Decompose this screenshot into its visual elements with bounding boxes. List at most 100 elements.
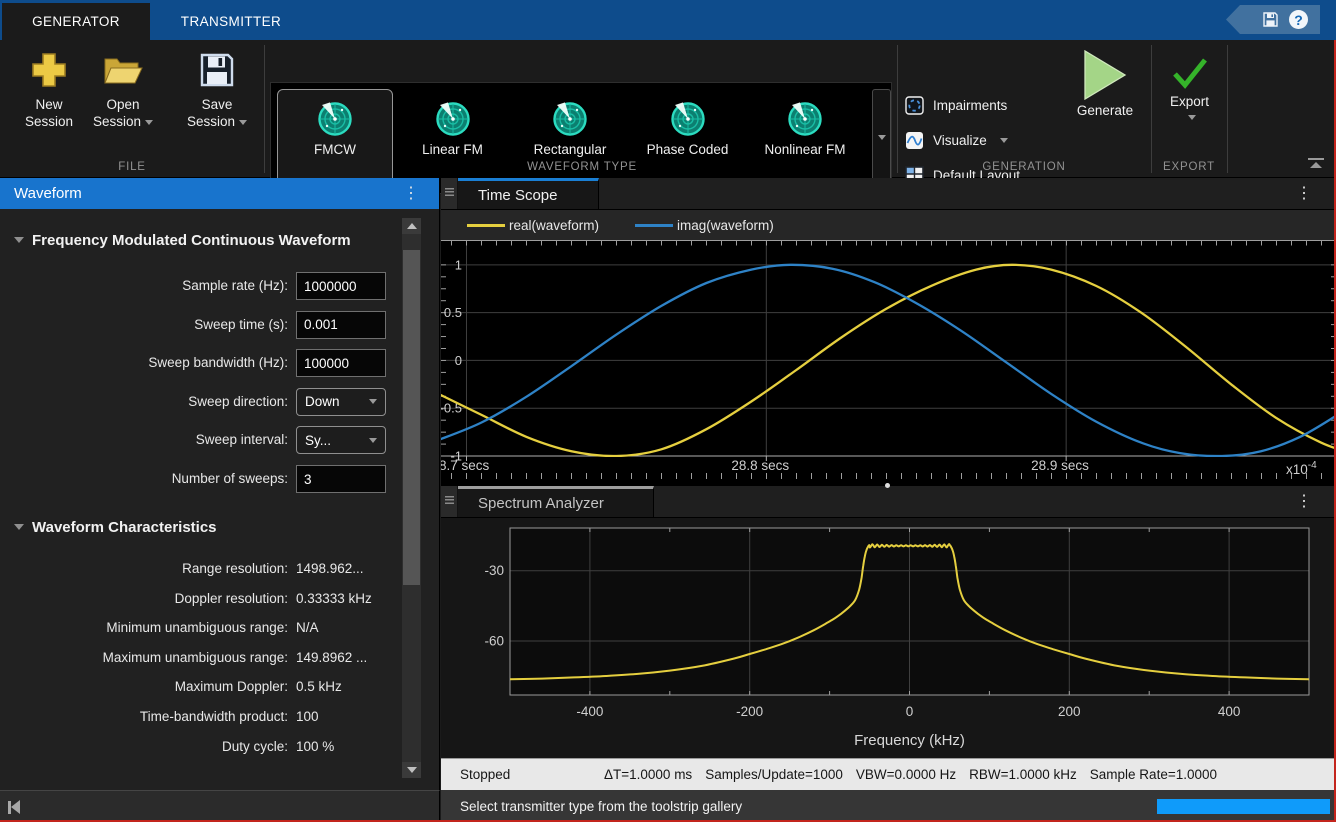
ribbon-toolstrip: New Session Open SessionSave Session FILE… — [0, 40, 1336, 178]
tab-generator[interactable]: GENERATOR — [2, 3, 150, 40]
scroll-down-button[interactable] — [402, 762, 421, 778]
grip-icon — [445, 496, 454, 504]
sweep-interval-select[interactable]: Sy... — [296, 426, 386, 454]
tab-transmitter[interactable]: TRANSMITTER — [150, 3, 312, 40]
save-icon[interactable] — [1262, 11, 1279, 28]
progress-bar — [1157, 799, 1330, 814]
kebab-menu-icon[interactable]: ⋮ — [1296, 494, 1312, 510]
visualize-button[interactable]: Visualize — [905, 128, 1008, 152]
visualization-pane: Time Scope ⋮ real(waveform) imag(waveform… — [441, 178, 1336, 822]
floppy-icon — [198, 48, 236, 92]
tab-time-scope[interactable]: Time Scope — [458, 178, 599, 209]
status-message: Select transmitter type from the toolstr… — [460, 799, 742, 814]
kebab-menu-icon[interactable]: ⋮ — [403, 186, 419, 202]
legend-swatch — [635, 224, 673, 227]
svg-text:-400: -400 — [576, 704, 603, 719]
scrollbar-thumb[interactable] — [403, 250, 420, 585]
spectrum-status-bar: StoppedΔT=1.0000 msSamples/Update=1000VB… — [441, 758, 1336, 790]
field-row: Sweep time (s): — [0, 311, 400, 341]
generate-button[interactable]: Generate — [1062, 50, 1148, 118]
section-characteristics-header[interactable]: Waveform Characteristics — [14, 517, 390, 537]
selected-value: Sy... — [305, 433, 365, 448]
export-group-label: EXPORT — [1151, 161, 1227, 173]
file-group-label: FILE — [0, 161, 264, 173]
characteristic-row: Maximum unambiguous range:149.8962 ... — [0, 650, 420, 668]
tab-generator-label: GENERATOR — [32, 14, 120, 29]
button-label: New Session — [25, 96, 73, 130]
sweep-direction-select[interactable]: Down — [296, 388, 386, 416]
toggle-label: Visualize — [933, 133, 987, 148]
svg-text:28.9 secs: 28.9 secs — [1031, 458, 1089, 473]
chevron-down-icon — [369, 399, 377, 404]
spectrum-plot: Power Density (dBm/Hz) -30-60-400-200020… — [441, 518, 1336, 758]
characteristic-value: N/A — [296, 620, 416, 635]
characteristic-row: Time-bandwidth product:100 — [0, 709, 420, 727]
open-session-button[interactable]: Open Session — [82, 48, 164, 130]
svg-text:0: 0 — [455, 353, 462, 368]
panel-grip-handle[interactable] — [441, 486, 458, 517]
section-fmcw-title: Frequency Modulated Continuous Waveform — [32, 232, 351, 249]
section-characteristics-title: Waveform Characteristics — [32, 519, 217, 536]
kebab-menu-icon[interactable]: ⋮ — [1296, 186, 1312, 202]
play-icon — [1083, 50, 1127, 100]
chevron-down-icon — [878, 135, 886, 140]
characteristic-row: Maximum Doppler:0.5 kHz — [0, 679, 420, 697]
characteristic-value: 0.5 kHz — [296, 679, 416, 694]
sample-rate-hz-input[interactable] — [296, 272, 386, 300]
radar-icon — [785, 99, 825, 139]
chevron-down-icon — [1000, 138, 1008, 143]
section-fmcw-header[interactable]: Frequency Modulated Continuous Waveform — [14, 230, 390, 250]
radar-waveform-analyzer-window: GENERATOR TRANSMITTER ? New Session Open … — [0, 0, 1336, 822]
panel-scrollbar[interactable] — [402, 218, 421, 778]
toggle-label: Impairments — [933, 98, 1007, 113]
field-label: Sweep direction: — [8, 394, 288, 409]
chevron-down-icon — [1188, 115, 1196, 120]
sweep-time-s-input[interactable] — [296, 311, 386, 339]
new-session-button[interactable]: New Session — [8, 48, 90, 130]
gallery-item-label: Nonlinear FM — [761, 142, 848, 158]
export-button-label: Export — [1170, 94, 1209, 109]
characteristic-row: Duty cycle:100 % — [0, 739, 420, 757]
plus-icon — [29, 48, 69, 92]
open-folder-icon — [102, 48, 144, 92]
sweep-bandwidth-hz-input[interactable] — [296, 349, 386, 377]
time-scope-tabrow: Time Scope ⋮ — [441, 178, 1336, 210]
collapse-ribbon-button[interactable] — [1308, 158, 1324, 169]
field-row: Sweep interval: Sy... — [0, 426, 400, 456]
svg-text:400: 400 — [1218, 704, 1241, 719]
gallery-item-label: FMCW — [311, 142, 359, 158]
field-label: Sweep interval: — [8, 432, 288, 447]
scroll-up-button[interactable] — [402, 218, 421, 234]
help-icon[interactable]: ? — [1289, 10, 1308, 29]
splitter-handle[interactable] — [885, 483, 890, 488]
collapse-triangle-icon — [14, 524, 24, 530]
legend-label: real(waveform) — [509, 218, 599, 233]
save-session-button[interactable]: Save Session — [176, 48, 258, 130]
field-label: Number of sweeps: — [8, 471, 288, 486]
status-item: Stopped — [460, 767, 591, 782]
spectrum-tabrow: Spectrum Analyzer ⋮ — [441, 486, 1336, 518]
characteristic-row: Minimum unambiguous range:N/A — [0, 620, 420, 638]
chevron-down-icon — [145, 120, 153, 125]
impairments-button[interactable]: Impairments — [905, 93, 1007, 117]
generation-group-label: GENERATION — [897, 161, 1151, 173]
chevron-down-icon — [239, 120, 247, 125]
panel-grip-handle[interactable] — [441, 178, 458, 209]
waveform-panel-header: Waveform ⋮ — [0, 178, 439, 209]
legend-item[interactable]: imag(waveform) — [635, 218, 774, 233]
impairments-icon — [905, 96, 924, 115]
field-row: Sweep bandwidth (Hz): — [0, 349, 400, 379]
number-of-sweeps-input[interactable] — [296, 465, 386, 493]
group-separator — [264, 45, 265, 173]
tab-time-scope-label: Time Scope — [478, 187, 557, 204]
legend-label: imag(waveform) — [677, 218, 774, 233]
tab-spectrum-analyzer[interactable]: Spectrum Analyzer — [458, 486, 654, 517]
characteristic-row: Range resolution:1498.962... — [0, 561, 420, 579]
export-button[interactable]: Export — [1152, 50, 1227, 120]
legend-item[interactable]: real(waveform) — [467, 218, 599, 233]
field-label: Sweep bandwidth (Hz): — [8, 355, 288, 370]
radar-icon — [433, 99, 473, 139]
svg-text:200: 200 — [1058, 704, 1081, 719]
collapse-panel-button[interactable] — [8, 800, 20, 814]
status-item: Samples/Update=1000 — [705, 767, 843, 782]
